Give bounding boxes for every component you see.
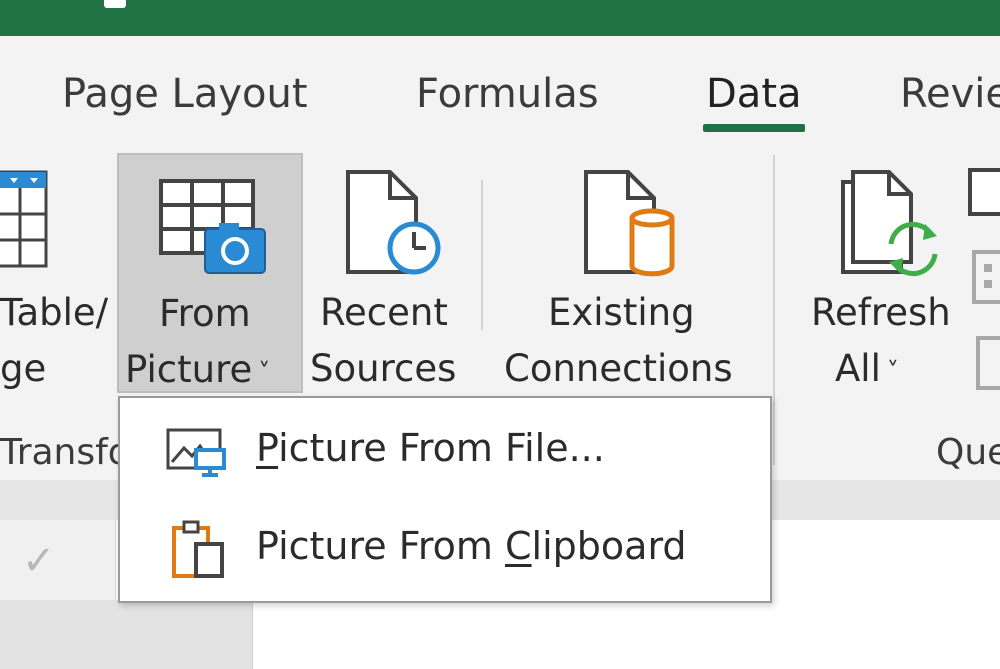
check-icon[interactable]: ✓ (22, 538, 56, 584)
edit-links-icon (972, 250, 1000, 304)
tab-page-layout[interactable]: Page Layout (62, 70, 308, 118)
row-header-area (0, 600, 253, 669)
title-bar-glyph (104, 0, 126, 8)
ribbon-tabs: Page Layout Formulas Data Revie (0, 36, 1000, 140)
from-picture-label-2: Picture ˅ (125, 348, 271, 391)
from-table-label-2: ge (0, 347, 47, 390)
from-table-range-button[interactable]: Table/ ge (0, 160, 110, 400)
refresh-all-label-1: Refresh (811, 291, 951, 334)
queries-connections-button[interactable] (976, 336, 1000, 392)
document-clock-icon (346, 170, 441, 275)
refresh-all-label-2: All ˅ (835, 347, 899, 390)
existing-connections-label-2: Connections (504, 347, 733, 390)
chevron-down-icon: ˅ (886, 356, 899, 385)
menu-item-picture-from-file[interactable]: Picture From File... (120, 402, 770, 498)
picture-monitor-icon (166, 428, 226, 477)
chevron-down-icon: ˅ (258, 357, 271, 386)
properties-button[interactable] (968, 168, 1000, 218)
group-separator (773, 155, 775, 465)
formula-enter-box[interactable] (0, 520, 116, 600)
existing-connections-button[interactable]: Existing Connections (500, 160, 750, 400)
from-picture-dropdown-menu: Picture From File... Picture From Clipbo… (118, 396, 772, 603)
document-refresh-icon (841, 170, 938, 276)
refresh-all-button[interactable]: Refresh All ˅ (805, 160, 955, 400)
recent-sources-label-2: Sources (310, 347, 457, 390)
tab-review[interactable]: Revie (900, 70, 1000, 118)
table-icon (0, 170, 48, 268)
from-table-label-1: Table/ (0, 291, 109, 334)
menu-item-picture-from-clipboard-label: Picture From Clipboard (256, 524, 687, 568)
active-tab-indicator (703, 124, 805, 132)
ribbon-separator (481, 180, 483, 330)
menu-item-picture-from-clipboard[interactable]: Picture From Clipboard (120, 500, 770, 596)
table-camera-icon (159, 179, 266, 274)
edit-links-button[interactable] (972, 250, 1000, 306)
recent-sources-label-1: Recent (320, 291, 448, 334)
group-label-queries: Que (936, 432, 1000, 473)
tab-formulas[interactable]: Formulas (416, 70, 599, 118)
group-label-get-transform: Transfo (0, 432, 130, 473)
document-icon (976, 336, 1000, 390)
menu-item-picture-from-file-label: Picture From File... (256, 426, 605, 470)
existing-connections-label-1: Existing (548, 291, 695, 334)
from-picture-button[interactable]: From Picture ˅ (117, 153, 303, 393)
clipboard-icon (172, 520, 224, 578)
tab-data[interactable]: Data (706, 70, 802, 118)
properties-icon (968, 168, 1000, 216)
document-database-icon (584, 170, 675, 277)
from-picture-label-1: From (159, 292, 251, 335)
title-bar (0, 0, 1000, 36)
recent-sources-button[interactable]: Recent Sources (308, 160, 468, 400)
